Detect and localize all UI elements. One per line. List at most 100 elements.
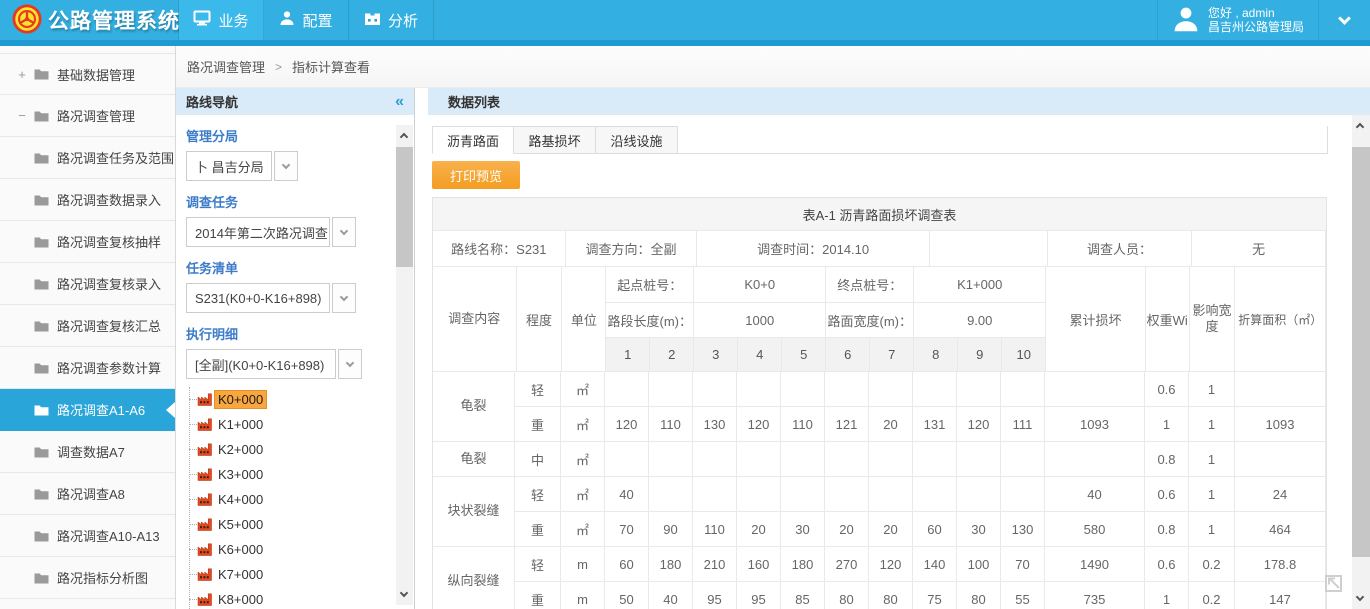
section-number: 5 xyxy=(782,338,826,372)
tree-connector xyxy=(189,424,197,425)
sidebar-item-7[interactable]: 路况调查参数计算 xyxy=(0,347,175,389)
station-icon xyxy=(197,518,213,531)
sidebar-item-label: 路况调查复核抽样 xyxy=(57,232,161,251)
sidebar-item-11[interactable]: 路况调查A10-A13 xyxy=(0,515,175,557)
end-stake-value: K1+000 xyxy=(914,267,1046,303)
branch-select[interactable]: 卜 昌吉分局 xyxy=(186,151,404,181)
expand-plus-icon[interactable]: + xyxy=(16,67,28,82)
value-cell xyxy=(693,442,737,477)
weight-cell: 1 xyxy=(1145,407,1189,442)
info-cell-1: 调查方向：全副 xyxy=(566,231,698,267)
scroll-up-icon[interactable] xyxy=(400,133,408,141)
select-value[interactable]: S231(K0+0-K16+898) xyxy=(186,283,330,313)
sidebar-item-label: 调查数据A7 xyxy=(57,442,125,461)
value-cell xyxy=(737,372,781,407)
sidebar-item-8[interactable]: 路况调查A1-A6 xyxy=(0,389,175,431)
sidebar-item-3[interactable]: 路况调查数据录入 xyxy=(0,179,175,221)
nav-panel-scrollbar[interactable] xyxy=(396,125,413,605)
sidebar-item-4[interactable]: 路况调查复核抽样 xyxy=(0,221,175,263)
unit-cell: ㎡ xyxy=(561,442,605,477)
sidebar-item-12[interactable]: 路况指标分析图 xyxy=(0,557,175,599)
filter-label-2: 任务清单 xyxy=(186,258,404,277)
col-unit: 单位 xyxy=(562,267,606,372)
user-greeting: 您好 , admin xyxy=(1208,6,1304,20)
tree-item-K4+000[interactable]: K4+000 xyxy=(189,487,414,512)
tree-item-K3+000[interactable]: K3+000 xyxy=(189,462,414,487)
tree-connector xyxy=(189,524,197,525)
collapse-panel-icon[interactable]: « xyxy=(395,93,404,111)
top-nav-tab-business[interactable]: 业务 xyxy=(179,0,264,40)
value-cell: 70 xyxy=(605,512,649,547)
table-row-group: 纵向裂缝轻m601802101601802701201401007014900.… xyxy=(433,547,1326,609)
sidebar-item-5[interactable]: 路况调查复核录入 xyxy=(0,263,175,305)
value-cell: 55 xyxy=(1001,582,1045,609)
tree-item-K7+000[interactable]: K7+000 xyxy=(189,562,414,587)
select-chevron-button[interactable] xyxy=(332,283,356,313)
unit-cell: ㎡ xyxy=(561,477,605,512)
degree-cell: 轻 xyxy=(515,477,561,512)
sidebar-item-2[interactable]: 路况调查任务及范围 xyxy=(0,137,175,179)
task-list-select[interactable]: S231(K0+0-K16+898) xyxy=(186,283,404,313)
damage-type-cell: 块状裂缝 xyxy=(433,477,515,547)
sidebar-item-10[interactable]: 路况调查A8 xyxy=(0,473,175,515)
sidebar-item-1[interactable]: −路况调查管理 xyxy=(0,95,175,137)
top-nav-tab-config[interactable]: 配置 xyxy=(264,0,349,40)
sidebar-item-label: 路况调查复核汇总 xyxy=(57,316,161,335)
sidebar-item-0[interactable]: +基础数据管理 xyxy=(0,53,175,95)
value-cell xyxy=(913,477,957,512)
main-scrollbar[interactable] xyxy=(1352,115,1370,609)
select-value[interactable]: 2014年第二次路况调查 xyxy=(186,217,330,247)
scroll-down-icon[interactable] xyxy=(400,589,408,597)
folder-icon xyxy=(34,446,49,458)
table-row: 中㎡0.81 xyxy=(515,442,1326,477)
chevron-down-icon[interactable] xyxy=(1318,0,1370,40)
cumulative-cell: 40 xyxy=(1045,477,1145,512)
select-value[interactable]: [全副](K0+0-K16+898) xyxy=(186,349,336,379)
tree-item-K6+000[interactable]: K6+000 xyxy=(189,537,414,562)
tab-0[interactable]: 沥青路面 xyxy=(432,126,514,154)
select-chevron-button[interactable] xyxy=(274,151,298,181)
select-chevron-button[interactable] xyxy=(338,349,362,379)
unit-cell: ㎡ xyxy=(561,407,605,442)
unit-cell: m xyxy=(561,582,605,609)
degree-cell: 重 xyxy=(515,582,561,609)
tree-item-K1+000[interactable]: K1+000 xyxy=(189,412,414,437)
filter-label-1: 调查任务 xyxy=(186,192,404,211)
tab-2[interactable]: 沿线设施 xyxy=(596,126,678,154)
breadcrumb-item-parent[interactable]: 路况调查管理 xyxy=(187,57,265,76)
start-stake-value: K0+0 xyxy=(694,267,826,303)
filter-label-0: 管理分局 xyxy=(186,126,404,145)
tree-item-label: K0+000 xyxy=(214,390,267,409)
value-cell: 70 xyxy=(1001,547,1045,582)
cumulative-cell: 1093 xyxy=(1045,407,1145,442)
sidebar-item-13[interactable]: 路况指标汇总 xyxy=(0,599,175,609)
select-chevron-button[interactable] xyxy=(332,217,356,247)
tree-item-K0+000[interactable]: K0+000 xyxy=(189,387,414,412)
scrollbar-thumb[interactable] xyxy=(396,147,413,267)
sidebar-item-6[interactable]: 路况调查复核汇总 xyxy=(0,305,175,347)
value-cell: 95 xyxy=(737,582,781,609)
tree-item-label: K3+000 xyxy=(214,465,267,484)
value-cell: 110 xyxy=(693,512,737,547)
task-select[interactable]: 2014年第二次路况调查 xyxy=(186,217,404,247)
scroll-down-icon[interactable] xyxy=(1356,593,1364,601)
tab-1[interactable]: 路基损坏 xyxy=(514,126,596,154)
tree-connector xyxy=(189,474,197,475)
section-number: 9 xyxy=(958,338,1002,372)
damage-table: 表A-1 沥青路面损坏调查表 路线名称：S231调查方向：全副调查时间：2014… xyxy=(432,197,1327,609)
sidebar-item-9[interactable]: 调查数据A7 xyxy=(0,431,175,473)
tree-item-K8+000[interactable]: K8+000 xyxy=(189,587,414,609)
print-preview-button[interactable]: 打印预览 xyxy=(432,161,520,189)
tree-item-K2+000[interactable]: K2+000 xyxy=(189,437,414,462)
collapse-minus-icon[interactable]: − xyxy=(16,108,28,123)
user-menu[interactable]: 您好 , admin 昌吉州公路管理局 xyxy=(1157,0,1318,40)
scroll-up-icon[interactable] xyxy=(1356,123,1364,131)
expand-icon[interactable] xyxy=(1321,570,1346,598)
tree-item-K5+000[interactable]: K5+000 xyxy=(189,512,414,537)
value-cell xyxy=(737,442,781,477)
detail-select[interactable]: [全副](K0+0-K16+898) xyxy=(186,349,404,379)
scrollbar-thumb[interactable] xyxy=(1352,147,1370,557)
cumulative-cell: 580 xyxy=(1045,512,1145,547)
top-nav-tab-analysis[interactable]: 分析 xyxy=(349,0,434,40)
select-value[interactable]: 卜 昌吉分局 xyxy=(186,151,272,181)
